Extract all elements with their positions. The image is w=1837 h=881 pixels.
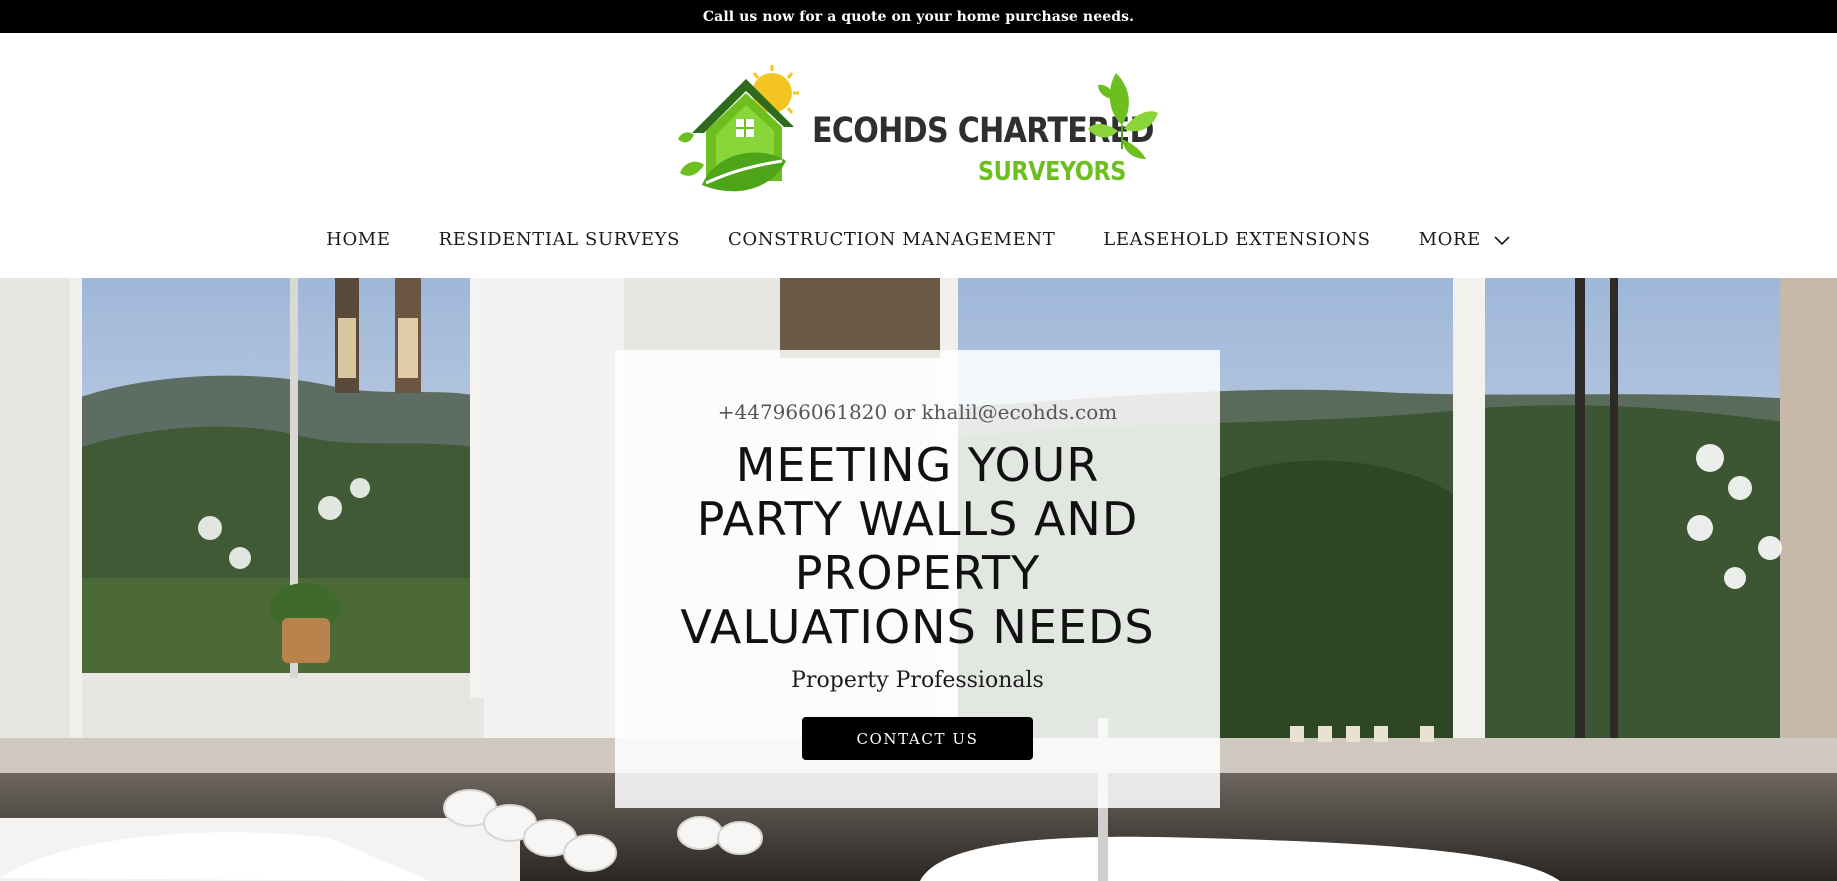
hero-headline-line: VALUATIONS NEEDS — [680, 600, 1155, 654]
main-nav: HOME RESIDENTIAL SURVEYS CONSTRUCTION MA… — [0, 229, 1837, 250]
hero-subtitle: Property Professionals — [791, 668, 1044, 693]
hero-contact-line: +447966061820 or khalil@ecohds.com — [717, 400, 1118, 424]
nav-item-residential-surveys[interactable]: RESIDENTIAL SURVEYS — [415, 229, 704, 250]
nav-item-label: LEASEHOLD EXTENSIONS — [1103, 229, 1371, 250]
logo[interactable]: ECOHDS CHARTERED SURVEYORS — [676, 61, 1158, 193]
contact-us-button[interactable]: CONTACT US — [802, 717, 1033, 760]
nav-item-more[interactable]: MORE — [1395, 229, 1535, 250]
nav-item-label: HOME — [326, 229, 391, 250]
hero-headline-line: PARTY WALLS AND — [696, 492, 1139, 546]
leaves-icon — [1088, 73, 1158, 159]
hero-headline-line: MEETING YOUR — [735, 438, 1100, 492]
hero-headline: MEETING YOUR PARTY WALLS AND PROPERTY VA… — [615, 438, 1220, 654]
nav-item-construction-management[interactable]: CONSTRUCTION MANAGEMENT — [704, 229, 1079, 250]
hero-headline-line: PROPERTY — [794, 546, 1041, 600]
nav-item-label: MORE — [1418, 229, 1481, 250]
brand-tagline: SURVEYORS — [978, 157, 1126, 187]
nav-item-home[interactable]: HOME — [302, 229, 414, 250]
chevron-down-icon — [1494, 235, 1510, 245]
announcement-text: Call us now for a quote on your home pur… — [702, 8, 1135, 25]
house-leaf-logo-icon — [678, 65, 799, 192]
hero-card: +447966061820 or khalil@ecohds.com MEETI… — [615, 350, 1220, 808]
site-header: ECOHDS CHARTERED SURVEYORS HOME RESIDENT… — [0, 33, 1837, 278]
nav-item-label: CONSTRUCTION MANAGEMENT — [728, 229, 1056, 250]
hero-section: +447966061820 or khalil@ecohds.com MEETI… — [0, 278, 1837, 881]
contact-us-label: CONTACT US — [856, 729, 979, 748]
nav-item-leasehold-extensions[interactable]: LEASEHOLD EXTENSIONS — [1079, 229, 1394, 250]
nav-item-label: RESIDENTIAL SURVEYS — [438, 229, 681, 250]
announcement-bar: Call us now for a quote on your home pur… — [0, 0, 1837, 33]
